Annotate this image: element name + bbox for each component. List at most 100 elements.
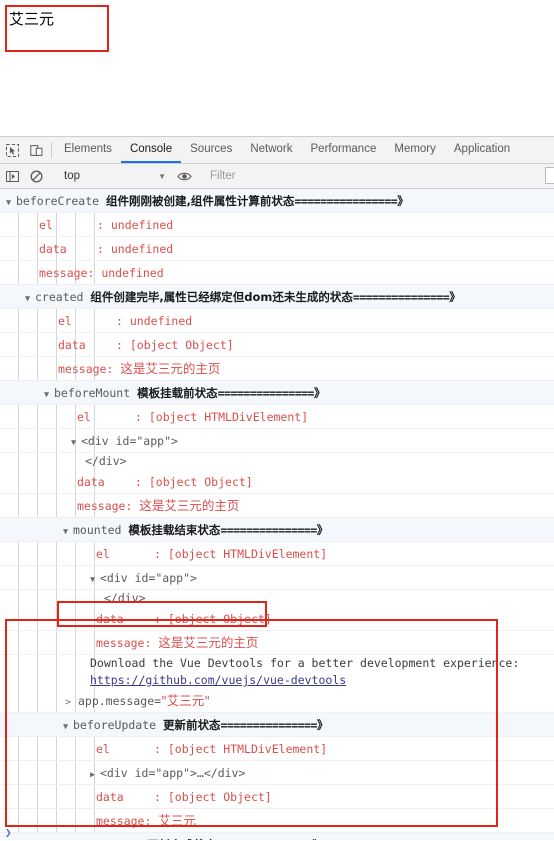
twisty-icon[interactable]: ▼ <box>90 568 100 592</box>
twisty-icon[interactable]: ▼ <box>44 383 54 407</box>
property-key: message: <box>39 266 95 280</box>
console-group-header[interactable]: ▼ beforeUpdate 更新前状态===============》 <box>0 713 554 737</box>
twisty-icon[interactable]: ▼ <box>71 431 81 455</box>
tab-application[interactable]: Application <box>445 137 519 163</box>
group-name: beforeMount <box>54 386 131 400</box>
console-log-area[interactable]: ▼ beforeCreate 组件刚刚被创建,组件属性计算前状态=========… <box>0 189 554 840</box>
property-key: message: <box>96 636 152 650</box>
twisty-icon[interactable]: ▼ <box>63 715 73 739</box>
tab-performance[interactable]: Performance <box>302 137 386 163</box>
console-dom-close[interactable]: </div> <box>0 453 554 470</box>
device-toolbar-icon[interactable] <box>24 137 48 163</box>
console-input-echo[interactable]: > app.message="艾三元" <box>0 689 554 713</box>
chevron-down-icon: ▼ <box>158 171 166 181</box>
group-chevron: 》 <box>316 523 329 537</box>
console-dom-node[interactable]: ▼ <div id="app"> <box>0 566 554 590</box>
group-separator: =============== <box>220 718 318 732</box>
group-separator: =============== <box>352 290 450 304</box>
property-key: data <box>96 612 124 626</box>
group-name: beforeCreate <box>16 194 100 208</box>
console-filter-input[interactable] <box>204 167 554 185</box>
console-dom-close[interactable]: </div> <box>0 590 554 607</box>
console-context-selector[interactable]: top ▼ <box>59 167 171 185</box>
property-separator: : <box>135 475 142 489</box>
console-property-row[interactable]: el: [object HTMLDivElement] <box>0 542 554 566</box>
console-property-row[interactable]: message: undefined <box>0 261 554 285</box>
console-dom-node[interactable]: ▶ <div id="app">…</div> <box>0 761 554 785</box>
property-value: [object Object] <box>129 338 234 352</box>
property-separator: : <box>116 314 123 328</box>
tab-console[interactable]: Console <box>120 137 182 163</box>
clear-console-icon[interactable] <box>24 170 48 183</box>
property-value: [object Object] <box>167 790 272 804</box>
property-key: el <box>77 410 91 424</box>
console-group-header[interactable]: ▼ beforeCreate 组件刚刚被创建,组件属性计算前状态=========… <box>0 189 554 213</box>
group-name: created <box>35 290 84 304</box>
filterbar-overflow-control[interactable] <box>545 167 554 184</box>
console-property-row[interactable]: message: 这是艾三元的主页 <box>0 631 554 655</box>
console-property-row[interactable]: el: undefined <box>0 309 554 333</box>
screenshot-root: 艾三元 Elements Console Sources Network Per… <box>0 0 554 841</box>
console-input-prompt[interactable]: ❯ <box>0 823 554 841</box>
twisty-icon[interactable]: ▼ <box>25 287 35 311</box>
group-label-cn: 模板挂载前状态 <box>137 386 218 400</box>
tab-memory[interactable]: Memory <box>385 137 445 163</box>
devtools-tab-bar: Elements Console Sources Network Perform… <box>0 137 554 164</box>
tab-network[interactable]: Network <box>241 137 301 163</box>
property-key: el <box>96 742 110 756</box>
link-text[interactable]: https://github.com/vuejs/vue-devtools <box>90 673 346 687</box>
property-value: undefined <box>101 266 164 280</box>
property-value: [object HTMLDivElement] <box>167 547 328 561</box>
property-key: data <box>77 475 105 489</box>
console-property-row[interactable]: message: 这是艾三元的主页 <box>0 357 554 381</box>
dom-markup: <div id="app"> <box>100 571 197 585</box>
console-property-row[interactable]: el: undefined <box>0 213 554 237</box>
property-value: 这是艾三元的主页 <box>158 635 259 650</box>
property-key: data <box>39 242 67 256</box>
console-group-header[interactable]: ▼ created 组件创建完毕,属性已经绑定但dom还未生成的状态=======… <box>0 285 554 309</box>
dom-markup: <div id="app">…</div> <box>100 766 246 780</box>
dom-markup: </div> <box>104 591 146 605</box>
console-sidebar-icon[interactable] <box>0 170 24 183</box>
group-label-cn: 组件刚刚被创建,组件属性计算前状态 <box>106 194 295 208</box>
console-property-row[interactable]: data: undefined <box>0 237 554 261</box>
console-property-row[interactable]: message: 这是艾三元的主页 <box>0 494 554 518</box>
console-group-header[interactable]: ▼ mounted 模板挂载结束状态===============》 <box>0 518 554 542</box>
console-property-row[interactable]: data: [object Object] <box>0 785 554 809</box>
twisty-icon[interactable]: ▶ <box>90 763 100 787</box>
property-separator: : <box>154 742 161 756</box>
console-property-row[interactable]: data: [object Object] <box>0 607 554 631</box>
console-property-row[interactable]: el: [object HTMLDivElement] <box>0 737 554 761</box>
inspect-element-icon[interactable] <box>0 137 24 163</box>
console-property-row[interactable]: data: [object Object] <box>0 470 554 494</box>
group-chevron: 》 <box>313 386 326 400</box>
console-dom-node[interactable]: ▼ <div id="app"> <box>0 429 554 453</box>
property-value: 这是艾三元的主页 <box>120 361 221 376</box>
twisty-icon[interactable]: ▼ <box>6 191 16 215</box>
twisty-icon[interactable]: ▼ <box>63 520 73 544</box>
console-property-row[interactable]: el: [object HTMLDivElement] <box>0 405 554 429</box>
note-text: Download the Vue Devtools for a better d… <box>90 656 520 670</box>
dom-markup: <div id="app"> <box>81 434 178 448</box>
property-key: el <box>39 218 53 232</box>
property-value: undefined <box>129 314 193 328</box>
prompt-caret-icon: ❯ <box>5 825 12 839</box>
property-value: 这是艾三元的主页 <box>139 498 240 513</box>
console-devtools-note[interactable]: Download the Vue Devtools for a better d… <box>0 655 554 672</box>
property-separator: : <box>97 218 104 232</box>
console-filter-bar: top ▼ <box>0 164 554 189</box>
group-label-cn: 模板挂载结束状态 <box>128 523 221 537</box>
tab-sources[interactable]: Sources <box>181 137 241 163</box>
console-property-row[interactable]: data: [object Object] <box>0 333 554 357</box>
console-group-header[interactable]: ▼ beforeMount 模板挂载前状态===============》 <box>0 381 554 405</box>
property-key: data <box>96 790 124 804</box>
group-chevron: 》 <box>397 194 409 208</box>
group-chevron: 》 <box>449 290 461 304</box>
property-separator: : <box>154 547 161 561</box>
property-separator: : <box>116 338 123 352</box>
console-devtools-link[interactable]: https://github.com/vuejs/vue-devtools <box>0 672 554 689</box>
group-label-cn: 更新前状态 <box>163 718 221 732</box>
live-expression-eye-icon[interactable] <box>171 171 197 182</box>
group-separator: ================ <box>294 194 398 208</box>
tab-elements[interactable]: Elements <box>55 137 121 163</box>
